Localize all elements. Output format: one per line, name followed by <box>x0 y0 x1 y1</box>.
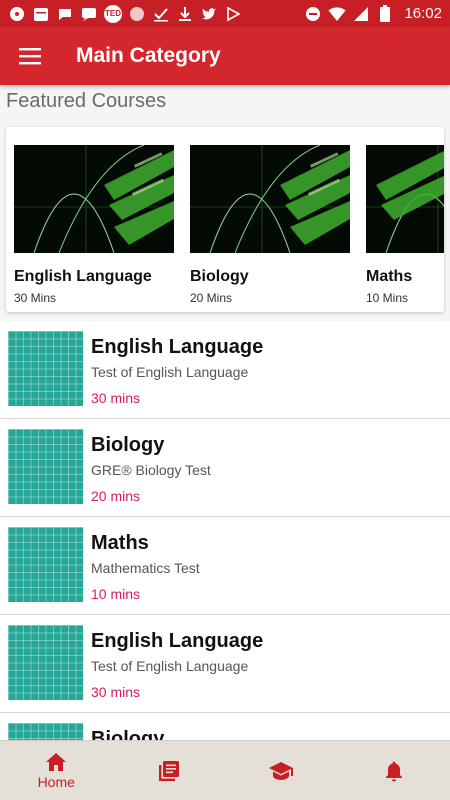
graduation-cap-icon <box>269 761 294 780</box>
notification-icons: TED <box>8 4 242 23</box>
circle-icon <box>128 5 146 23</box>
message-icon <box>80 5 98 23</box>
bottom-navigation: Home <box>0 740 450 800</box>
featured-course-name: English Language <box>14 268 152 285</box>
course-thumbnail <box>8 723 83 740</box>
nav-library[interactable] <box>113 741 226 800</box>
course-image <box>14 145 174 253</box>
course-thumbnail <box>8 625 83 700</box>
featured-course-card[interactable]: Maths 10 Mins <box>366 145 444 305</box>
play-store-icon <box>224 5 242 23</box>
app-bar: Main Category <box>0 27 450 85</box>
course-list-item[interactable]: Biology <box>0 713 450 740</box>
chat-icon <box>56 5 74 23</box>
featured-course-name: Maths <box>366 268 413 285</box>
course-title: Biology <box>91 728 165 740</box>
calendar-icon <box>32 5 50 23</box>
course-title: Maths <box>91 532 149 554</box>
course-subtitle: GRE® Biology Test <box>91 462 211 478</box>
status-bar: TED 16:02 <box>0 0 450 27</box>
nav-courses[interactable] <box>225 741 338 800</box>
checkbox-icon <box>152 5 170 23</box>
featured-course-card[interactable]: Biology 20 Mins <box>190 145 350 305</box>
course-title: English Language <box>91 336 264 358</box>
course-title: English Language <box>91 630 264 652</box>
course-duration: 10 mins <box>91 586 141 602</box>
clock: 16:02 <box>404 5 442 22</box>
course-list-item[interactable]: Maths Mathematics Test 10 mins <box>0 517 450 615</box>
signal-icon <box>352 5 370 23</box>
course-list-item[interactable]: Biology GRE® Biology Test 20 mins <box>0 419 450 517</box>
featured-course-duration: 30 Mins <box>14 291 57 305</box>
library-icon <box>158 760 179 781</box>
course-thumbnail <box>8 429 83 504</box>
course-title: Biology <box>91 434 165 456</box>
course-subtitle: Test of English Language <box>91 658 249 674</box>
course-list-item[interactable]: English Language Test of English Languag… <box>0 321 450 419</box>
course-list: English Language Test of English Languag… <box>0 321 450 740</box>
main-content[interactable]: Featured Courses English Language 30 Min… <box>0 85 450 740</box>
bell-icon <box>385 761 402 781</box>
featured-heading: Featured Courses <box>6 90 167 112</box>
course-list-item[interactable]: English Language Test of English Languag… <box>0 615 450 713</box>
wifi-icon <box>328 5 346 23</box>
menu-button[interactable] <box>0 27 60 85</box>
course-duration: 30 mins <box>91 390 141 406</box>
twitter-icon <box>200 5 218 23</box>
featured-course-card[interactable]: English Language 30 Mins <box>14 145 174 305</box>
system-icons: 16:02 <box>304 5 442 23</box>
course-subtitle: Test of English Language <box>91 364 249 380</box>
ted-icon: TED <box>104 4 122 23</box>
featured-course-duration: 20 Mins <box>190 291 233 305</box>
course-image <box>190 145 350 253</box>
course-image <box>366 145 444 253</box>
course-duration: 20 mins <box>91 488 141 504</box>
course-thumbnail <box>8 331 83 406</box>
battery-icon <box>376 5 394 23</box>
course-duration: 30 mins <box>91 684 141 700</box>
featured-course-duration: 10 Mins <box>366 291 409 305</box>
featured-course-name: Biology <box>190 268 249 285</box>
nav-notifications[interactable] <box>338 741 450 800</box>
download-icon <box>176 5 194 23</box>
course-subtitle: Mathematics Test <box>91 560 200 576</box>
nav-home[interactable]: Home <box>0 741 113 800</box>
page-title: Main Category <box>76 44 221 67</box>
app-notification-icon <box>8 5 26 23</box>
hamburger-icon <box>19 48 41 65</box>
course-thumbnail <box>8 527 83 602</box>
featured-carousel[interactable]: English Language 30 Mins Biology 20 Mins… <box>6 127 444 312</box>
do-not-disturb-icon <box>304 5 322 23</box>
home-icon <box>46 752 67 771</box>
nav-home-label: Home <box>37 773 75 790</box>
